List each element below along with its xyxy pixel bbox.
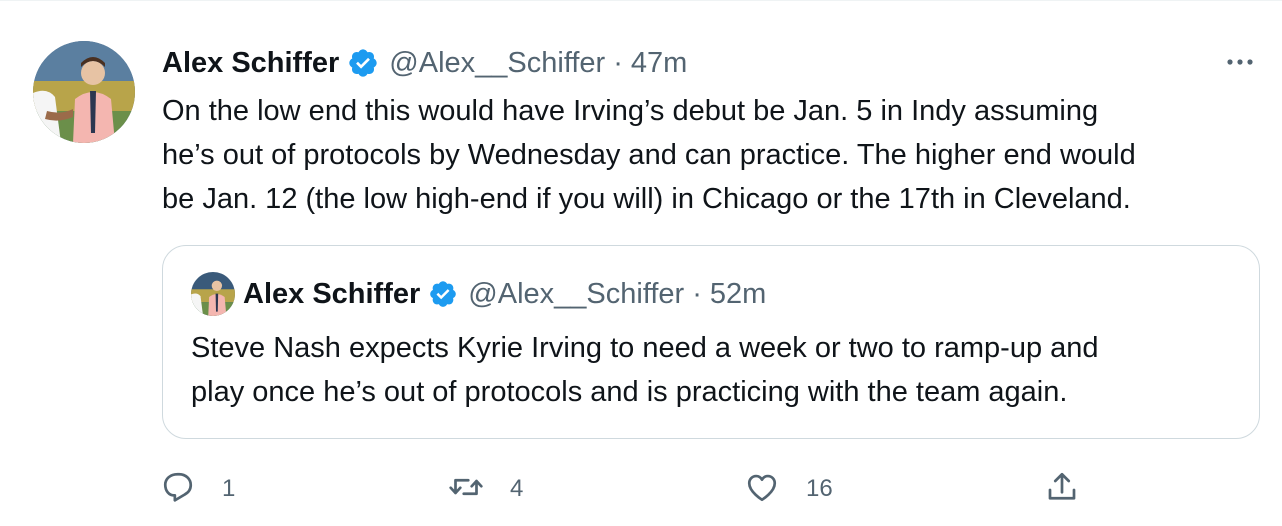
tweet-text: On the low end this would have Irving’s …	[162, 89, 1267, 221]
action-bar: 1 4 16	[160, 467, 1260, 511]
author-name[interactable]: Alex Schiffer	[162, 47, 339, 80]
more-dots-icon[interactable]	[1222, 47, 1258, 77]
quoted-author-handle: @Alex__Schiffer	[468, 277, 685, 310]
tweet-header: Alex Schiffer @Alex__Schiffer · 47m	[162, 43, 687, 83]
retweet-button[interactable]: 4	[448, 467, 523, 511]
quoted-author-name: Alex Schiffer	[243, 277, 421, 310]
quoted-timestamp: 52m	[709, 277, 767, 310]
quoted-author-avatar	[191, 272, 235, 316]
share-icon	[1044, 469, 1080, 510]
like-button[interactable]: 16	[744, 467, 833, 511]
author-avatar[interactable]	[33, 41, 135, 143]
quoted-text-line: Steve Nash expects Kyrie Irving to need …	[191, 332, 1099, 364]
reply-button[interactable]: 1	[160, 467, 235, 511]
reply-count: 1	[222, 475, 236, 502]
author-handle[interactable]: @Alex__Schiffer	[389, 47, 605, 80]
retweet-count: 4	[510, 475, 524, 502]
quoted-tweet[interactable]: Alex Schiffer @Alex__Schiffer · 52m Stev…	[162, 245, 1260, 439]
like-count: 16	[806, 475, 833, 502]
verified-badge-icon	[347, 47, 379, 79]
separator-dot: ·	[613, 46, 623, 79]
tweet-text-line: be Jan. 12 (the low high-end if you will…	[162, 183, 1131, 215]
quoted-text-line: play once he’s out of protocols and is p…	[191, 376, 1068, 408]
share-button[interactable]	[1044, 467, 1080, 511]
verified-badge-icon	[428, 279, 458, 309]
tweet-timestamp[interactable]: 47m	[631, 47, 687, 80]
retweet-icon	[448, 469, 484, 510]
tweet-card[interactable]: Alex Schiffer @Alex__Schiffer · 47m On t…	[0, 0, 1282, 526]
separator-dot: ·	[692, 277, 702, 310]
reply-icon	[160, 469, 196, 510]
tweet-text-line: he’s out of protocols by Wednesday and c…	[162, 139, 1136, 171]
quoted-header: Alex Schiffer @Alex__Schiffer · 52m	[243, 276, 766, 312]
quoted-text: Steve Nash expects Kyrie Irving to need …	[191, 326, 1251, 414]
tweet-text-line: On the low end this would have Irving’s …	[162, 95, 1099, 127]
heart-icon	[744, 469, 780, 510]
